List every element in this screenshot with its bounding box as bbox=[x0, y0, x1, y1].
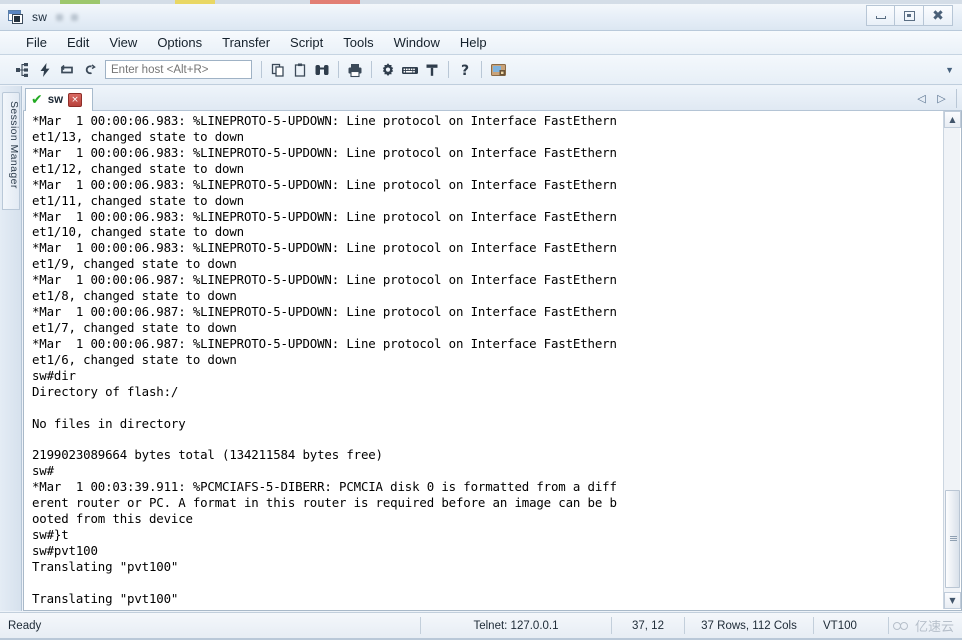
disconnect-icon[interactable] bbox=[78, 59, 100, 81]
status-bar: Ready Telnet: 127.0.0.1 37, 12 37 Rows, … bbox=[0, 612, 962, 638]
host-input[interactable] bbox=[105, 60, 252, 79]
connect-icon[interactable] bbox=[12, 59, 34, 81]
scroll-up-icon[interactable]: ▲ bbox=[944, 111, 961, 128]
print-icon[interactable] bbox=[344, 59, 366, 81]
help-icon[interactable]: ? bbox=[454, 59, 476, 81]
status-dimensions: 37 Rows, 112 Cols bbox=[701, 619, 797, 632]
terminal-output[interactable]: *Mar 1 00:00:06.983: %LINEPROTO-5-UPDOWN… bbox=[32, 113, 932, 609]
gear-icon[interactable] bbox=[377, 59, 399, 81]
maximize-icon bbox=[903, 10, 915, 21]
session-manager-tab[interactable]: Session Manager bbox=[2, 92, 20, 210]
svg-text:?: ? bbox=[461, 63, 469, 78]
menu-bar: File Edit View Options Transfer Script T… bbox=[0, 31, 962, 55]
terminal-window-icon bbox=[8, 9, 25, 25]
tab-nav-next-icon[interactable]: ▷ bbox=[933, 90, 950, 107]
status-ready: Ready bbox=[8, 619, 42, 632]
quick-connect-icon[interactable] bbox=[34, 59, 56, 81]
watermark-text: 亿速云 bbox=[914, 620, 954, 635]
menu-item-file[interactable]: File bbox=[16, 32, 57, 53]
copy-icon[interactable] bbox=[267, 59, 289, 81]
toolbar-divider bbox=[261, 61, 262, 78]
terminal-panel[interactable]: *Mar 1 00:00:06.983: %LINEPROTO-5-UPDOWN… bbox=[23, 111, 962, 611]
tab-nav-divider bbox=[956, 89, 957, 108]
menu-item-tools[interactable]: Tools bbox=[333, 32, 383, 53]
scrollbar-thumb[interactable] bbox=[945, 490, 960, 588]
status-connection: Telnet: 127.0.0.1 bbox=[473, 619, 559, 632]
menu-item-transfer[interactable]: Transfer bbox=[212, 32, 280, 53]
menu-item-script[interactable]: Script bbox=[280, 32, 333, 53]
tab-strip: ✔ sw × ◁ ▷ bbox=[23, 86, 962, 111]
status-cursor-position: 37, 12 bbox=[632, 619, 664, 632]
menu-item-view[interactable]: View bbox=[99, 32, 147, 53]
menu-item-help[interactable]: Help bbox=[450, 32, 497, 53]
key-icon[interactable] bbox=[421, 59, 443, 81]
paste-icon[interactable] bbox=[289, 59, 311, 81]
reconnect-icon[interactable] bbox=[56, 59, 78, 81]
window-title: sw bbox=[32, 10, 48, 24]
screen-lock-icon[interactable] bbox=[487, 59, 509, 81]
status-divider bbox=[888, 617, 889, 634]
toolbar-divider bbox=[481, 61, 482, 78]
window-controls: ✖ bbox=[866, 5, 953, 26]
scroll-down-icon[interactable]: ▼ bbox=[944, 592, 961, 609]
tab-sw[interactable]: ✔ sw × bbox=[25, 88, 93, 111]
menu-item-options[interactable]: Options bbox=[147, 32, 212, 53]
window-title-redacted-marks bbox=[56, 13, 79, 21]
toolbar-divider bbox=[338, 61, 339, 78]
toolbar: ? ▼ bbox=[0, 55, 962, 85]
toolbar-overflow-button[interactable]: ▼ bbox=[945, 65, 954, 75]
tab-close-button[interactable]: × bbox=[68, 93, 83, 107]
minimize-icon bbox=[875, 16, 886, 19]
maximize-button[interactable] bbox=[895, 5, 924, 26]
toolbar-divider bbox=[371, 61, 372, 78]
menu-item-edit[interactable]: Edit bbox=[57, 32, 99, 53]
crt-terminal-window: sw ✖ File Edit View Options Transfer Scr… bbox=[0, 0, 962, 640]
status-emulation: VT100 bbox=[823, 619, 857, 632]
keyboard-icon[interactable] bbox=[399, 59, 421, 81]
session-manager-rail[interactable]: Session Manager bbox=[0, 86, 22, 611]
find-icon[interactable] bbox=[311, 59, 333, 81]
toolbar-divider bbox=[448, 61, 449, 78]
tab-label: sw bbox=[47, 94, 64, 106]
terminal-scrollbar[interactable]: ▲ ▼ bbox=[943, 111, 961, 609]
watermark: 亿速云 bbox=[892, 616, 954, 635]
cloud-logo-icon bbox=[892, 619, 912, 633]
title-bar: sw ✖ bbox=[0, 4, 962, 31]
menu-item-window[interactable]: Window bbox=[384, 32, 450, 53]
close-button[interactable]: ✖ bbox=[924, 5, 953, 26]
minimize-button[interactable] bbox=[866, 5, 895, 26]
session-manager-label: Session Manager bbox=[8, 101, 20, 189]
check-icon: ✔ bbox=[31, 92, 43, 108]
close-icon: ✖ bbox=[932, 7, 944, 24]
tab-nav-prev-icon[interactable]: ◁ bbox=[913, 90, 930, 107]
